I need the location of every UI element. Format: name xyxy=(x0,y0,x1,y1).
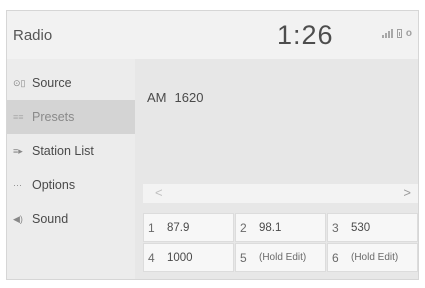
sidebar: ⊙▯ Source ≡≡ Presets ≡▸ Station List ···… xyxy=(7,66,135,236)
signal-icon xyxy=(381,29,393,38)
preset-number: 6 xyxy=(332,250,339,265)
station-list-icon: ≡▸ xyxy=(13,145,23,156)
sidebar-item-presets[interactable]: ≡≡ Presets xyxy=(7,100,135,134)
preset-value: (Hold Edit) xyxy=(351,252,399,263)
app-title: Radio xyxy=(13,27,53,44)
preset-value: 530 xyxy=(351,221,371,234)
sidebar-item-label: Source xyxy=(32,76,72,90)
preset-value: 1000 xyxy=(167,251,193,264)
chevron-left-icon[interactable]: < xyxy=(155,185,163,200)
preset-number: 1 xyxy=(148,220,155,235)
preset-button-3[interactable]: 3 530 xyxy=(327,213,418,242)
preset-page-nav: < > xyxy=(143,184,418,203)
sound-icon: ◀) xyxy=(13,213,23,224)
current-station: AM 1620 xyxy=(147,90,203,105)
clock: 1:26 xyxy=(277,20,334,50)
preset-number: 4 xyxy=(148,250,155,265)
preset-button-2[interactable]: 2 98.1 xyxy=(235,213,326,242)
preset-button-4[interactable]: 4 1000 xyxy=(143,243,234,272)
sidebar-item-station-list[interactable]: ≡▸ Station List xyxy=(7,134,135,168)
sidebar-item-sound[interactable]: ◀) Sound xyxy=(7,202,135,236)
presets-icon: ≡≡ xyxy=(13,112,24,122)
preset-value: 87.9 xyxy=(167,221,190,234)
preset-value: (Hold Edit) xyxy=(259,252,307,263)
sidebar-item-label: Options xyxy=(32,178,76,192)
sidebar-item-label: Presets xyxy=(32,110,75,124)
preset-value: 98.1 xyxy=(259,221,282,234)
sidebar-item-label: Sound xyxy=(32,212,69,226)
header-bar: Radio 1:26 o xyxy=(7,11,418,59)
preset-button-5[interactable]: 5 (Hold Edit) xyxy=(235,243,326,272)
preset-number: 3 xyxy=(332,220,339,235)
sidebar-item-label: Station List xyxy=(32,144,94,158)
indicator-icon: o xyxy=(405,28,412,39)
preset-number: 2 xyxy=(240,220,247,235)
options-icon: ··· xyxy=(13,180,22,190)
sidebar-item-source[interactable]: ⊙▯ Source xyxy=(7,66,135,100)
preset-number: 5 xyxy=(240,250,247,265)
main-panel: AM 1620 < > 1 87.9 2 98.1 3 530 4 1000 5 … xyxy=(135,59,418,279)
radio-screen: Radio 1:26 o ⊙▯ Source ≡≡ Presets ≡▸ Sta… xyxy=(6,10,419,280)
preset-button-6[interactable]: 6 (Hold Edit) xyxy=(327,243,418,272)
source-icon: ⊙▯ xyxy=(13,77,26,88)
sidebar-item-options[interactable]: ··· Options xyxy=(7,168,135,202)
status-icons: o xyxy=(381,28,412,39)
preset-button-1[interactable]: 1 87.9 xyxy=(143,213,234,242)
frequency-value: 1620 xyxy=(174,90,204,105)
band-label: AM xyxy=(147,90,167,105)
battery-icon xyxy=(396,29,402,38)
chevron-right-icon[interactable]: > xyxy=(403,185,411,200)
